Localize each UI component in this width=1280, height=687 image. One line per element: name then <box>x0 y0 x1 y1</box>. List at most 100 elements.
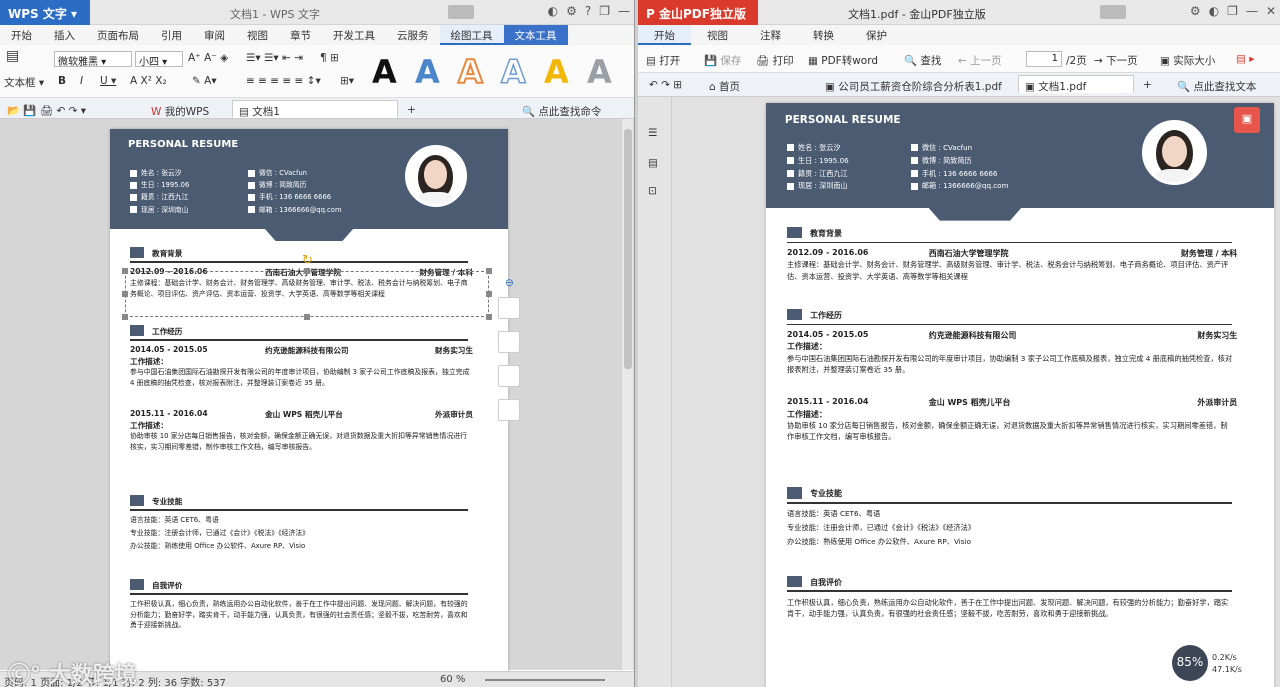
info-text: 生日 : 1995.06 <box>141 181 190 190</box>
next-page-button[interactable]: → 下一页 <box>1094 53 1138 68</box>
restore-icon[interactable]: ❐ <box>1227 4 1238 18</box>
thumbnail-icon[interactable]: ▤ <box>648 157 658 169</box>
resume-title: PERSONAL RESUME <box>128 139 239 150</box>
font-size-select[interactable]: 小四 ▾ <box>135 51 183 67</box>
textbox-icon[interactable]: ▤ <box>6 48 19 64</box>
wordart-style-6[interactable]: A <box>587 53 612 91</box>
menu-start[interactable]: 开始 <box>0 25 43 45</box>
job2-desc: 协助审核 10 家分店每日销售报告，核对金额，确保金额正确无误，对退货数据及重大… <box>130 432 468 451</box>
nav-icons[interactable]: ↶ ↷ ⊞ <box>642 75 689 93</box>
settings-icon[interactable]: ⚙ <box>566 4 577 18</box>
textbox-selection[interactable] <box>125 271 489 317</box>
para-icon[interactable]: ¶ ⊞ <box>320 52 339 64</box>
wordart-style-3[interactable]: A <box>457 52 484 92</box>
menu-devtools[interactable]: 开发工具 <box>322 25 386 45</box>
rotate-handle-icon[interactable]: ↻ <box>302 253 313 268</box>
pdf-quick-tool-icon[interactable]: ▣ <box>1234 107 1260 133</box>
outline-icon[interactable]: ☰ <box>648 127 657 139</box>
menu-view[interactable]: 视图 <box>236 25 279 45</box>
pdf-document-canvas[interactable]: ☰ ▤ ⊡ PERSONAL RESUME 姓名 : 张云汐 生日 : 1995.0… <box>638 97 1280 687</box>
pdf-menu-convert[interactable]: 转换 <box>797 25 850 45</box>
pdf-app-button[interactable]: P 金山PDF独立版 ▾ <box>638 0 758 36</box>
menu-cloud[interactable]: 云服务 <box>386 25 440 45</box>
menu-drawing-tools[interactable]: 绘图工具 <box>439 25 504 45</box>
menu-chapter[interactable]: 章节 <box>279 25 322 45</box>
wps-app-button[interactable]: WPS 文字 ▾ <box>0 0 90 25</box>
underline-icon[interactable]: U ▾ <box>100 75 116 87</box>
strike-icon[interactable]: A X² X₂ <box>130 75 167 87</box>
tab-document1[interactable]: ▤ 文档1 <box>232 100 398 118</box>
page-number-input[interactable]: 1 <box>1026 51 1062 67</box>
wordart-style-5[interactable]: A <box>544 53 569 91</box>
outline-float-icon[interactable] <box>498 399 520 421</box>
pdf-menu-annotate[interactable]: 注释 <box>744 25 797 45</box>
textbox-button[interactable]: 文本框 ▾ <box>4 75 44 90</box>
attachment-icon[interactable]: ⊡ <box>648 185 657 197</box>
bold-icon[interactable]: B <box>58 75 66 87</box>
pdf-menu-protect[interactable]: 保护 <box>850 25 903 45</box>
section-icon-self <box>130 579 144 590</box>
print-button[interactable]: 🖨 打印 <box>756 53 794 68</box>
grow-font-icon[interactable]: A⁺ A⁻ ◈ <box>188 52 228 64</box>
layout-option-icon[interactable]: ⊖ <box>505 277 514 289</box>
help-icon[interactable]: ? <box>585 4 591 18</box>
align-icons[interactable]: ≡ ≡ ≡ ≡ ≡ ↕▾ <box>246 75 321 87</box>
wordart-style-1[interactable]: A <box>372 53 397 91</box>
restore-icon[interactable]: ❐ <box>599 4 610 18</box>
pdf-to-word-button[interactable]: ▦ PDF转word <box>808 53 878 68</box>
pdf-new-tab-icon[interactable]: + <box>1136 75 1159 93</box>
pdf-menu-view[interactable]: 视图 <box>691 25 744 45</box>
minimize-icon[interactable]: — <box>1246 4 1258 18</box>
section-title-edu: 教育背景 <box>152 249 183 258</box>
tab-my-wps[interactable]: W 我的WPS <box>144 100 216 118</box>
scroll-thumb[interactable] <box>624 129 632 369</box>
pdf-search-box[interactable]: 🔍 点此查找文本 <box>1170 75 1263 93</box>
section-icon-work <box>787 308 802 321</box>
prev-page-button[interactable]: ← 上一页 <box>958 53 1002 68</box>
menu-text-tools[interactable]: 文本工具 <box>503 25 568 45</box>
tab-salary-pdf[interactable]: ▣ 公司员工薪资仓阶综合分析表1.pdf <box>818 75 1014 93</box>
open-icons[interactable]: 📂 💾 🖨 ↶ ↷ ▾ <box>0 100 93 118</box>
wordart-style-2[interactable]: A <box>415 53 440 91</box>
close-icon[interactable]: ✕ <box>1266 4 1276 18</box>
network-speed-gauge[interactable]: 85% <box>1172 645 1208 681</box>
menu-insert[interactable]: 插入 <box>43 25 86 45</box>
info-icon <box>130 181 137 189</box>
find-button[interactable]: 🔍 查找 <box>904 53 941 68</box>
tab-document1-pdf[interactable]: ▣ 文档1.pdf <box>1018 75 1134 93</box>
info-icon <box>910 170 918 178</box>
highlight-icon[interactable]: ✎ A▾ <box>192 75 217 87</box>
info-icon <box>248 193 255 201</box>
skin-icon[interactable]: ◐ <box>1209 4 1219 18</box>
open-button[interactable]: ▤ 打开 <box>646 53 680 68</box>
settings-icon[interactable]: ⚙ <box>1190 4 1201 18</box>
menu-layout[interactable]: 页面布局 <box>86 25 150 45</box>
wps-document-canvas[interactable]: PERSONAL RESUME 姓名 : 张云汐 生日 : 1995.06 籍贯 : … <box>0 119 634 674</box>
pdf-menu-start[interactable]: 开始 <box>638 25 691 45</box>
resume-info-left-1: 生日 : 1995.06 <box>787 156 849 166</box>
edit-shape-float-icon[interactable] <box>498 331 520 353</box>
italic-icon[interactable]: I <box>80 75 83 87</box>
border-icon[interactable]: ⊞▾ <box>340 75 354 87</box>
skin-icon[interactable]: ◐ <box>548 4 558 18</box>
section-rule-work <box>787 323 1232 325</box>
save-button[interactable]: 💾 保存 <box>704 53 741 68</box>
more-tools-icon[interactable]: ▤ ▸ <box>1236 53 1255 65</box>
zoom-slider[interactable] <box>485 679 605 681</box>
list-icon[interactable]: ☰▾ ☰▾ ⇤ ⇥ <box>246 52 303 64</box>
minimize-icon[interactable]: — <box>618 4 630 18</box>
new-tab-icon[interactable]: + <box>400 100 423 118</box>
zoom-level[interactable]: 60 % <box>440 674 465 685</box>
section-icon-self <box>787 575 802 588</box>
tab-home[interactable]: ⌂ 首页 <box>702 75 814 93</box>
wordart-style-4[interactable]: A <box>500 52 526 92</box>
actual-size-button[interactable]: ▣ 实际大小 <box>1160 53 1215 68</box>
wps-vertical-scrollbar[interactable] <box>621 119 633 670</box>
menu-review[interactable]: 审阅 <box>193 25 236 45</box>
font-name-select[interactable]: 微软雅黑 ▾ <box>54 51 132 67</box>
wps-search-box[interactable]: 🔍 点此查找命令 <box>515 100 608 118</box>
date-job1: 2014.05 - 2015.05 <box>130 345 208 354</box>
fill-color-float-icon[interactable] <box>498 365 520 387</box>
layout-float-icon[interactable] <box>498 297 520 319</box>
menu-reference[interactable]: 引用 <box>150 25 193 45</box>
